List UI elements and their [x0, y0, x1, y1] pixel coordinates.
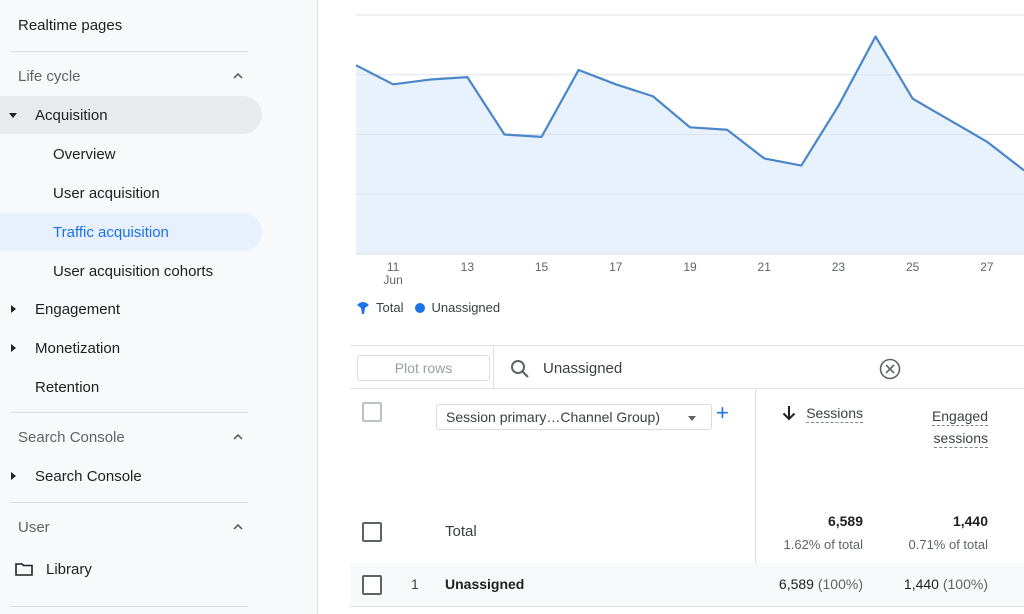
x-tick-label: 27: [980, 260, 994, 274]
sidebar-item-label: Engagement: [35, 300, 121, 318]
row-index: 1: [411, 576, 419, 592]
section-label: Life cycle: [18, 67, 81, 85]
row-engaged-percent: (100%): [942, 576, 988, 592]
x-tick-label: 17: [609, 260, 623, 274]
column-header-label: Sessions: [806, 405, 863, 423]
sidebar-item-label: User acquisition cohorts: [53, 262, 214, 280]
chevron-up-icon: [233, 72, 243, 79]
total-row-checkbox[interactable]: [362, 522, 382, 542]
caret-right-icon: [11, 344, 16, 352]
search-input[interactable]: Unassigned: [543, 360, 622, 377]
column-header-engaged-sessions[interactable]: Engaged sessions: [910, 405, 988, 449]
x-tick-label: 19: [683, 260, 697, 274]
column-header-label: Engaged: [931, 408, 988, 426]
sidebar-item-engagement[interactable]: Engagement: [0, 290, 262, 328]
divider: [10, 606, 248, 607]
divider: [10, 412, 248, 413]
comparison-icon: [357, 301, 369, 314]
total-engaged-percent: 0.71% of total: [908, 537, 989, 552]
row-checkbox[interactable]: [362, 575, 382, 595]
legend-item-total[interactable]: Total: [356, 300, 403, 315]
section-user[interactable]: User: [0, 508, 262, 546]
x-tick-sublabel: Jun: [383, 273, 402, 287]
data-table: Plot rows Unassigned Session primary…Cha…: [350, 345, 1024, 614]
sidebar-item-label: Library: [46, 560, 92, 578]
divider: [493, 346, 494, 390]
caret-right-icon: [11, 305, 16, 313]
total-sessions-value: 6,589: [827, 513, 863, 529]
row-sessions-percent: (100%): [817, 576, 863, 592]
sidebar-item-label: Realtime pages: [18, 16, 123, 34]
sort-down-arrow-icon[interactable]: [782, 405, 796, 421]
section-life-cycle[interactable]: Life cycle: [0, 57, 262, 95]
section-search-console[interactable]: Search Console: [0, 418, 262, 456]
select-all-checkbox[interactable]: [362, 402, 382, 422]
sidebar-item-search-console[interactable]: Search Console: [0, 457, 262, 495]
legend-label: Total: [376, 300, 404, 315]
sidebar-item-realtime-pages[interactable]: Realtime pages: [0, 6, 262, 44]
total-row-label: Total: [445, 523, 477, 540]
sidebar-item-label: Search Console: [35, 467, 142, 485]
row-divider: [350, 606, 1024, 607]
search-icon: [511, 360, 529, 378]
sidebar-item-traffic-acquisition[interactable]: Traffic acquisition: [0, 213, 262, 251]
x-tick-label: 13: [461, 260, 475, 274]
sidebar-item-overview[interactable]: Overview: [0, 135, 262, 173]
sidebar-item-label: Retention: [35, 378, 100, 396]
x-tick-label: 21: [758, 260, 772, 274]
divider: [10, 51, 248, 52]
total-engaged-value: 1,440: [952, 513, 988, 529]
x-tick-label: 15: [535, 260, 549, 274]
line-chart: 11 13 15 17 19 21 23 25 27 Jun: [318, 0, 1024, 330]
section-label: Search Console: [18, 428, 125, 446]
legend-dot-icon: [415, 302, 426, 313]
sidebar-nav: Realtime pages Life cycle Acquisition Ov…: [0, 0, 318, 614]
dropdown-caret-icon: [688, 416, 696, 421]
sidebar-item-user-acquisition[interactable]: User acquisition: [0, 174, 262, 212]
clear-icon[interactable]: [879, 358, 901, 380]
section-label: User: [18, 518, 50, 536]
chevron-up-icon: [233, 433, 243, 440]
folder-icon: [15, 563, 33, 576]
x-tick-label: 23: [832, 260, 846, 274]
caret-down-icon: [9, 113, 17, 118]
sidebar-item-acquisition[interactable]: Acquisition: [0, 96, 262, 134]
total-sessions-percent: 1.62% of total: [783, 537, 864, 552]
column-header-label: sessions: [933, 430, 988, 448]
sidebar-item-user-acquisition-cohorts[interactable]: User acquisition cohorts: [0, 252, 262, 290]
legend-label: Unassigned: [431, 300, 501, 315]
sidebar-item-library[interactable]: Library: [0, 550, 262, 588]
dimension-select[interactable]: Session primary…Channel Group): [436, 404, 712, 430]
add-dimension-button[interactable]: +: [716, 402, 729, 424]
caret-right-icon: [11, 472, 16, 480]
sidebar-item-label: Overview: [53, 145, 116, 163]
row-sessions-value: 6,589: [778, 576, 814, 592]
table-toolbar: Plot rows Unassigned: [350, 345, 1024, 390]
sidebar-item-monetization[interactable]: Monetization: [0, 329, 262, 367]
plot-rows-button[interactable]: Plot rows: [357, 355, 490, 381]
chart-legend: Total Unassigned: [356, 300, 512, 315]
sidebar-item-label: Traffic acquisition: [53, 223, 169, 241]
column-header-sessions[interactable]: Sessions: [800, 405, 863, 423]
chevron-up-icon: [233, 523, 243, 530]
chart-svg: 11 13 15 17 19 21 23 25 27 Jun: [355, 14, 1024, 287]
sidebar-item-label: User acquisition: [53, 184, 160, 202]
row-engaged-value: 1,440: [903, 576, 939, 592]
sidebar-item-retention[interactable]: Retention: [0, 368, 262, 406]
x-tick-label: 11: [387, 260, 400, 274]
x-tick-label: 25: [906, 260, 920, 274]
divider: [10, 502, 248, 503]
sidebar-item-label: Monetization: [35, 339, 121, 357]
row-dimension-value: Unassigned: [445, 576, 525, 592]
dimension-select-value: Session primary…Channel Group): [446, 409, 660, 425]
sidebar-item-label: Acquisition: [35, 106, 108, 124]
legend-item-unassigned[interactable]: Unassigned: [415, 300, 500, 315]
row-engaged-cell: 1,440 (100%): [870, 576, 988, 592]
row-sessions-cell: 6,589 (100%): [750, 576, 863, 592]
